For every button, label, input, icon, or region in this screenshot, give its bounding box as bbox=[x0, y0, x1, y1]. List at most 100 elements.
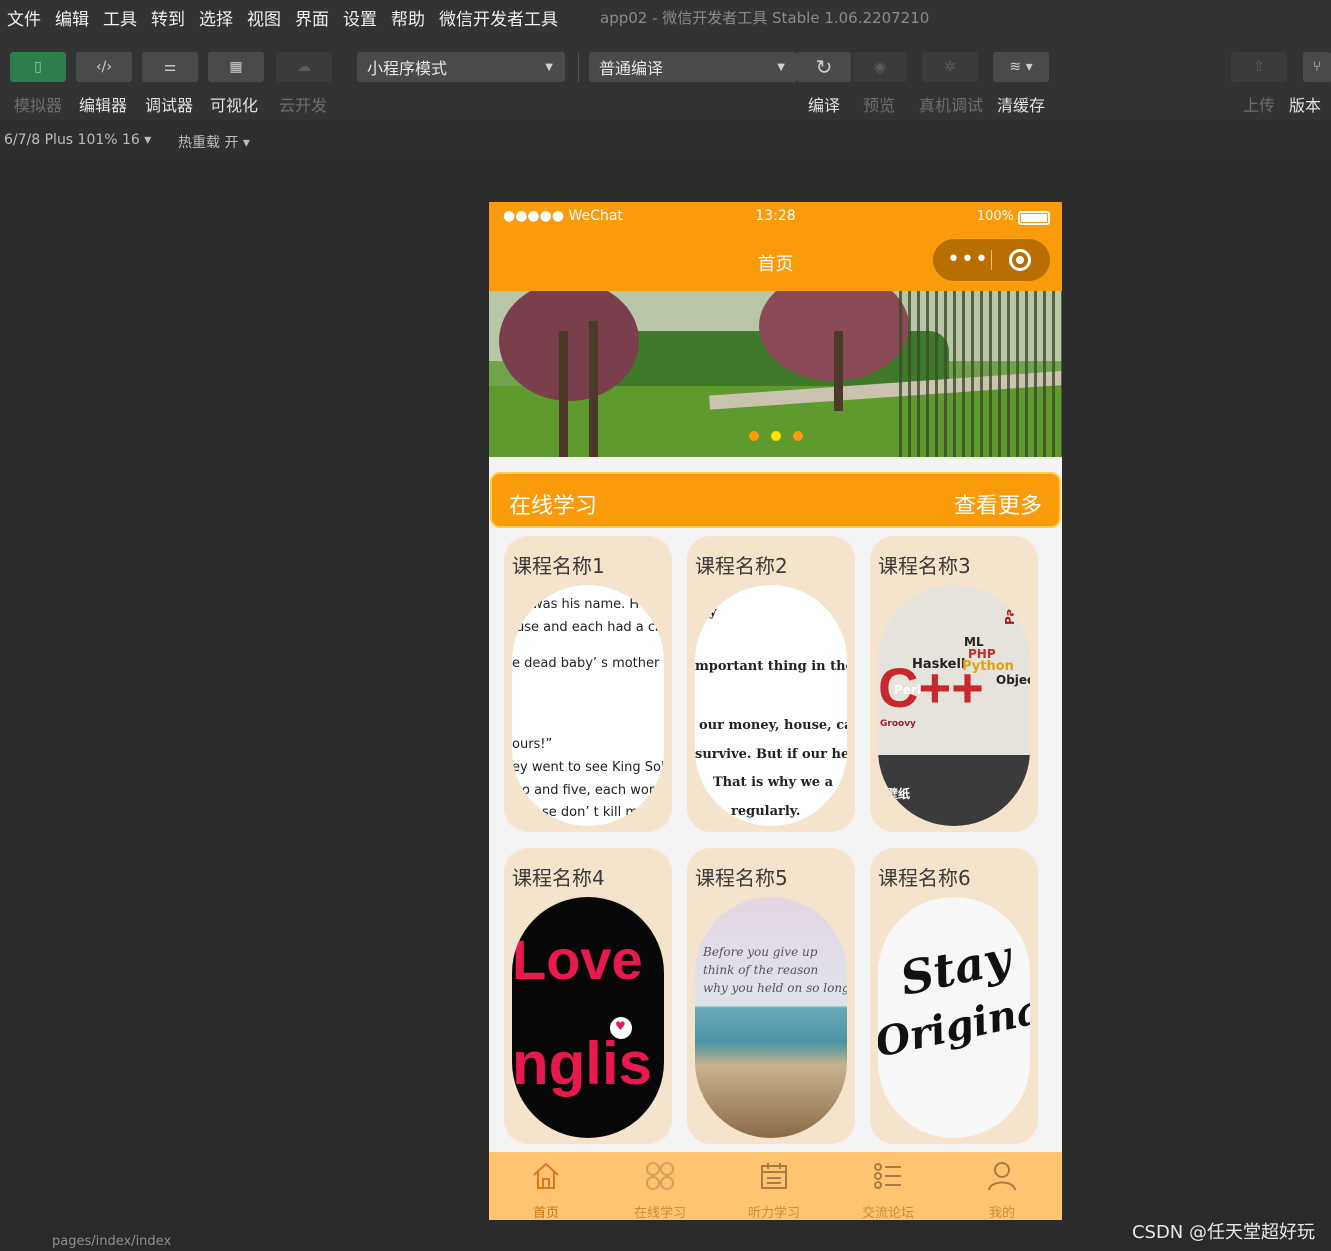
simulator-toggle-button[interactable]: ▯ bbox=[10, 52, 66, 82]
cloud-button[interactable]: ☁ bbox=[276, 52, 332, 82]
tab-label: 交流论坛 bbox=[861, 1206, 914, 1220]
visual-toggle-button[interactable]: ▦ bbox=[208, 52, 264, 82]
phone-icon: ▯ bbox=[34, 59, 42, 75]
tab-home[interactable]: 首页 bbox=[489, 1152, 603, 1220]
device-select[interactable]: 6/7/8 Plus 101% 16 ▾ bbox=[4, 132, 151, 148]
editor-toggle-button[interactable]: ‹/› bbox=[76, 52, 132, 82]
course-image-text: our money, house, car bbox=[699, 718, 847, 733]
view-more-link[interactable]: 查看更多 bbox=[954, 488, 1042, 520]
course-image-text: mportant thing in the bbox=[695, 659, 847, 674]
tab-label: 在线学习 bbox=[633, 1206, 686, 1220]
menu-help[interactable]: 帮助 bbox=[384, 5, 432, 30]
upload-button[interactable]: ⇧ bbox=[1231, 52, 1287, 82]
compile-select-value: 普通编译 bbox=[599, 59, 664, 78]
indicator-dot-active[interactable] bbox=[771, 431, 781, 441]
banner-swiper[interactable] bbox=[489, 291, 1062, 457]
course-name: 课程名称1 bbox=[512, 554, 605, 578]
calendar-icon bbox=[761, 1163, 787, 1189]
menu-view[interactable]: 视图 bbox=[240, 5, 288, 30]
page-path[interactable]: pages/index/index bbox=[52, 1234, 171, 1249]
hot-reload-select[interactable]: 热重载 开 ▾ bbox=[178, 132, 250, 152]
menu-settings[interactable]: 设置 bbox=[336, 5, 384, 30]
toolbar-divider bbox=[578, 52, 579, 82]
sliders-icon: ⚌ bbox=[163, 59, 177, 75]
tab-profile[interactable]: 我的 bbox=[945, 1152, 1059, 1220]
indicator-dot[interactable] bbox=[793, 431, 803, 441]
course-image-text: why you held on so long bbox=[703, 981, 847, 995]
tab-online-learning[interactable]: 在线学习 bbox=[603, 1152, 717, 1220]
course-image-text: o and five, each woma bbox=[522, 783, 664, 798]
course-card[interactable]: 课程名称2 y mportant thing in the our money,… bbox=[687, 536, 855, 832]
capsule-menu: ••• bbox=[933, 239, 1050, 281]
menu-select[interactable]: 选择 bbox=[192, 5, 240, 30]
menu-file[interactable]: 文件 bbox=[0, 5, 48, 30]
menu-tools[interactable]: 工具 bbox=[96, 5, 144, 30]
course-image: Before you give up think of the reason w… bbox=[695, 897, 847, 1138]
menu-bar: 文件 编辑 工具 转到 选择 视图 界面 设置 帮助 微信开发者工具 app02… bbox=[0, 0, 1331, 34]
course-image: Love nglis bbox=[512, 897, 664, 1138]
course-image-text: 壁纸 bbox=[886, 787, 911, 801]
course-image: Stay Original bbox=[878, 897, 1030, 1138]
course-image-text: Love bbox=[512, 928, 643, 991]
editor-label: 编辑器 bbox=[78, 96, 127, 115]
banner-trunk bbox=[834, 331, 843, 411]
course-image-text: think of the reason bbox=[703, 963, 819, 977]
course-image-text: Before you give up bbox=[703, 945, 818, 959]
menu-edit[interactable]: 编辑 bbox=[48, 5, 96, 30]
clear-cache-button[interactable]: ≋ ▾ bbox=[993, 52, 1049, 82]
version-button[interactable]: ⑂ bbox=[1303, 52, 1331, 82]
tab-forum[interactable]: 交流论坛 bbox=[831, 1152, 945, 1220]
course-card[interactable]: 课程名称4 Love nglis bbox=[504, 848, 672, 1144]
close-target-icon[interactable] bbox=[1009, 249, 1031, 271]
course-image-text: Groovy bbox=[880, 719, 916, 729]
course-image-text: ours!” bbox=[512, 737, 553, 752]
menu-goto[interactable]: 转到 bbox=[144, 5, 192, 30]
compile-select[interactable]: 普通编译 ▼ bbox=[589, 52, 797, 82]
compile-button[interactable]: ↻ bbox=[797, 52, 851, 82]
real-debug-button[interactable]: ✲ bbox=[922, 52, 978, 82]
real-debug-label: 真机调试 bbox=[918, 96, 983, 115]
eye-icon: ◉ bbox=[873, 59, 887, 75]
course-card[interactable]: 课程名称5 Before you give up think of the re… bbox=[687, 848, 855, 1144]
course-card[interactable]: 课程名称6 Stay Original bbox=[870, 848, 1038, 1144]
course-card[interactable]: 课程名称3 ML PHP Haskell Python C++ Perl Obj… bbox=[870, 536, 1038, 832]
capsule-divider bbox=[991, 250, 992, 270]
banner-trunk bbox=[559, 331, 568, 457]
menu-interface[interactable]: 界面 bbox=[288, 5, 336, 30]
menu-wechat-devtools[interactable]: 微信开发者工具 bbox=[432, 5, 565, 30]
course-image-text: Pascal bbox=[1003, 585, 1017, 625]
course-image: y mportant thing in the our money, house… bbox=[695, 585, 847, 826]
list-icon bbox=[874, 1163, 901, 1189]
section-title: 在线学习 bbox=[509, 494, 598, 519]
mode-select[interactable]: 小程序模式 ▼ bbox=[357, 52, 565, 82]
cloud-label: 云开发 bbox=[278, 96, 327, 115]
tab-listening[interactable]: 听力学习 bbox=[717, 1152, 831, 1220]
course-name: 课程名称4 bbox=[512, 866, 605, 890]
indicator-dot[interactable] bbox=[749, 431, 759, 441]
debugger-label: 调试器 bbox=[144, 96, 193, 115]
battery-percent: 100% bbox=[976, 209, 1014, 224]
course-image-text: regularly. bbox=[731, 804, 801, 819]
debugger-toggle-button[interactable]: ⚌ bbox=[142, 52, 198, 82]
course-image-text: y bbox=[709, 605, 717, 620]
course-name: 课程名称2 bbox=[695, 554, 788, 578]
tab-label: 听力学习 bbox=[747, 1206, 800, 1220]
layout-icon: ▦ bbox=[229, 59, 243, 75]
chevron-down-icon: ▼ bbox=[777, 61, 785, 73]
upload-label: 上传 bbox=[1242, 96, 1275, 115]
course-image-text: was his name. H bbox=[532, 597, 640, 612]
upload-icon: ⇧ bbox=[1253, 59, 1265, 75]
course-image-text: Objec bbox=[996, 673, 1030, 687]
visual-label: 可视化 bbox=[209, 96, 258, 115]
branch-icon: ⑂ bbox=[1312, 59, 1322, 75]
course-image-text: se don’ t kill m bbox=[542, 805, 639, 820]
cloud-icon: ☁ bbox=[297, 59, 311, 75]
phone-simulator: ●●●●● WeChat 13:28 100% 首页 ••• 在线学习 查看更多 bbox=[489, 202, 1062, 1220]
more-icon[interactable]: ••• bbox=[947, 247, 989, 272]
course-image-text: use and each had a chil bbox=[516, 620, 664, 635]
simulator-label: 模拟器 bbox=[13, 96, 62, 115]
course-card[interactable]: 课程名称1 was his name. H use and each had a… bbox=[504, 536, 672, 832]
preview-button[interactable]: ◉ bbox=[853, 52, 907, 82]
simulator-settings-bar: 6/7/8 Plus 101% 16 ▾ 热重载 开 ▾ bbox=[0, 120, 1331, 160]
course-image: was his name. H use and each had a chil … bbox=[512, 585, 664, 826]
